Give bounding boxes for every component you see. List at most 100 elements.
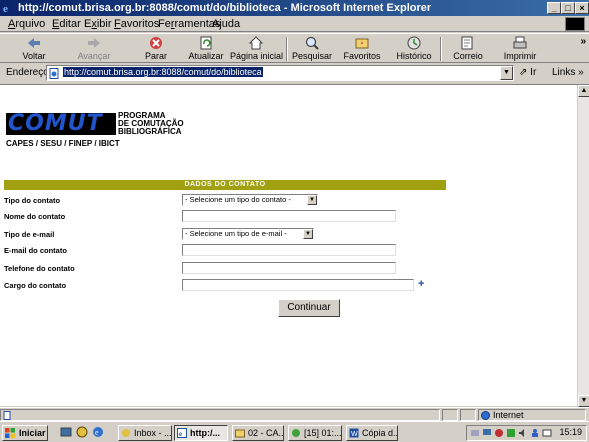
- security-zone: Internet: [478, 409, 586, 421]
- go-label: Ir: [530, 67, 537, 78]
- ie-icon: e: [177, 428, 187, 438]
- chevron-down-icon: ▼: [307, 195, 317, 205]
- close-button[interactable]: ×: [575, 2, 589, 14]
- toolbar-separator: [286, 37, 288, 61]
- menu-editar[interactable]: Editar: [52, 18, 81, 30]
- taskbar-item-document[interactable]: W Cópia d...: [346, 425, 398, 441]
- scroll-up-icon[interactable]: ▲: [578, 85, 589, 97]
- window-titlebar: e http://comut.brisa.org.br:8088/comut/d…: [0, 0, 589, 16]
- home-label: Página inicial: [230, 51, 284, 61]
- taskbar-item-browser[interactable]: e http:/...: [174, 425, 228, 441]
- address-dropdown-button[interactable]: ▼: [500, 66, 513, 80]
- mail-label: Correio: [453, 51, 483, 61]
- forward-button[interactable]: Avançar: [74, 34, 114, 64]
- contact-name-input[interactable]: [182, 210, 396, 222]
- contact-role-input[interactable]: [182, 279, 414, 291]
- menu-exibir[interactable]: Exibir: [84, 18, 112, 30]
- minimize-button[interactable]: _: [547, 2, 561, 14]
- go-button[interactable]: ⇗ Ir: [519, 67, 536, 78]
- scroll-down-icon[interactable]: ▼: [578, 395, 589, 407]
- search-label: Pesquisar: [291, 51, 333, 61]
- history-icon: [407, 36, 421, 50]
- maximize-button[interactable]: □: [561, 2, 575, 14]
- chevron-down-icon: ▼: [303, 229, 313, 239]
- contact-type-select[interactable]: - Selecione um tipo do contato - ▼: [182, 194, 318, 206]
- forward-arrow-icon: [88, 38, 100, 48]
- status-text: [0, 409, 440, 421]
- ie-icon: e: [3, 3, 8, 14]
- home-button[interactable]: Página inicial: [230, 34, 284, 64]
- menu-bar: Arquivo Editar Exibir Favoritos Ferramen…: [0, 16, 589, 32]
- vertical-scrollbar[interactable]: ▲ ▼: [577, 85, 589, 407]
- logo-tagline-line3: BIBLIOGRÁFICA: [118, 127, 182, 136]
- folder-icon: [235, 429, 245, 438]
- tray-network-icon[interactable]: [470, 428, 480, 438]
- back-label: Voltar: [22, 51, 46, 61]
- status-cell: [460, 409, 476, 421]
- address-url: http://comut.brisa.org.br:8088/comut/do/…: [63, 67, 263, 77]
- select-value: - Selecione um tipo de e-mail -: [185, 229, 287, 238]
- refresh-button[interactable]: Atualizar: [186, 34, 226, 64]
- status-cell: [442, 409, 458, 421]
- favorites-button[interactable]: Favoritos: [342, 34, 382, 64]
- tray-window-icon[interactable]: [542, 428, 552, 438]
- favorites-icon: [355, 38, 369, 49]
- add-role-icon[interactable]: +: [418, 278, 424, 290]
- links-button[interactable]: Links »: [552, 67, 584, 78]
- word-document-icon: W: [349, 428, 359, 438]
- tray-user-icon[interactable]: [530, 428, 540, 438]
- outlook-icon[interactable]: [76, 426, 88, 438]
- back-button[interactable]: Voltar: [14, 34, 54, 64]
- taskbar-item-inbox[interactable]: Inbox - ...: [118, 425, 172, 441]
- address-input[interactable]: http://comut.brisa.org.br:8088/comut/do/…: [46, 65, 514, 81]
- stop-label: Parar: [144, 51, 167, 61]
- taskbar-item-folder[interactable]: 02 - CA...: [232, 425, 284, 441]
- show-desktop-icon[interactable]: [60, 426, 72, 438]
- field-label: Telefone do contato: [4, 264, 75, 273]
- inbox-icon: [122, 429, 130, 437]
- menu-favoritos[interactable]: Favoritos: [114, 18, 159, 30]
- address-bar: Endereço http://comut.brisa.org.br:8088/…: [0, 64, 589, 82]
- internet-globe-icon: [481, 411, 490, 420]
- go-arrow-icon: ⇗: [519, 67, 528, 78]
- refresh-icon: [200, 36, 212, 50]
- tray-app-icon[interactable]: [506, 428, 516, 438]
- history-button[interactable]: Histórico: [394, 34, 434, 64]
- speaker-icon[interactable]: [518, 428, 528, 438]
- field-label: E-mail do contato: [4, 246, 67, 255]
- mail-icon: [461, 36, 473, 50]
- mail-button[interactable]: Correio: [448, 34, 488, 64]
- stop-button[interactable]: Parar: [136, 34, 176, 64]
- ie-quicklaunch-icon[interactable]: e: [92, 426, 104, 438]
- toolbar-more-icon[interactable]: »: [580, 36, 586, 47]
- taskbar-item-label: [15] 01:...: [304, 428, 342, 438]
- field-label: Tipo de e-mail: [4, 230, 55, 239]
- contact-phone-input[interactable]: [182, 262, 396, 274]
- sponsors-text: CAPES / SESU / FINEP / IBICT: [6, 139, 120, 148]
- address-label: Endereço: [6, 67, 49, 78]
- toolbar: Voltar Avançar Parar Atualizar Página in…: [0, 33, 589, 63]
- window-title: http://comut.brisa.org.br:8088/comut/do/…: [18, 2, 432, 14]
- taskbar-item-chat[interactable]: [15] 01:...: [288, 425, 342, 441]
- taskbar: Iniciar e Inbox - ... e http:/... 02 - C…: [0, 421, 589, 442]
- menu-ajuda[interactable]: Ajuda: [212, 18, 240, 30]
- contact-email-input[interactable]: [182, 244, 396, 256]
- back-arrow-icon: [28, 38, 40, 48]
- comut-logo: COMUT: [6, 111, 116, 136]
- form-row-contact-role: Cargo do contato +: [4, 278, 434, 293]
- start-label: Iniciar: [19, 428, 46, 438]
- print-button[interactable]: Imprimir: [498, 34, 542, 64]
- select-value: - Selecione um tipo do contato -: [185, 195, 291, 204]
- continue-button[interactable]: Continuar: [278, 299, 340, 317]
- forward-label: Avançar: [77, 51, 111, 61]
- menu-arquivo[interactable]: Arquivo: [8, 18, 45, 30]
- svg-text:e: e: [95, 428, 99, 437]
- refresh-label: Atualizar: [188, 51, 224, 61]
- email-type-select[interactable]: - Selecione um tipo de e-mail - ▼: [182, 228, 314, 240]
- tray-antivirus-icon[interactable]: [494, 428, 504, 438]
- tray-monitor-icon[interactable]: [482, 428, 492, 438]
- start-button[interactable]: Iniciar: [2, 425, 48, 441]
- search-button[interactable]: Pesquisar: [290, 34, 334, 64]
- svg-text:W: W: [351, 431, 358, 438]
- favorites-label: Favoritos: [343, 51, 381, 61]
